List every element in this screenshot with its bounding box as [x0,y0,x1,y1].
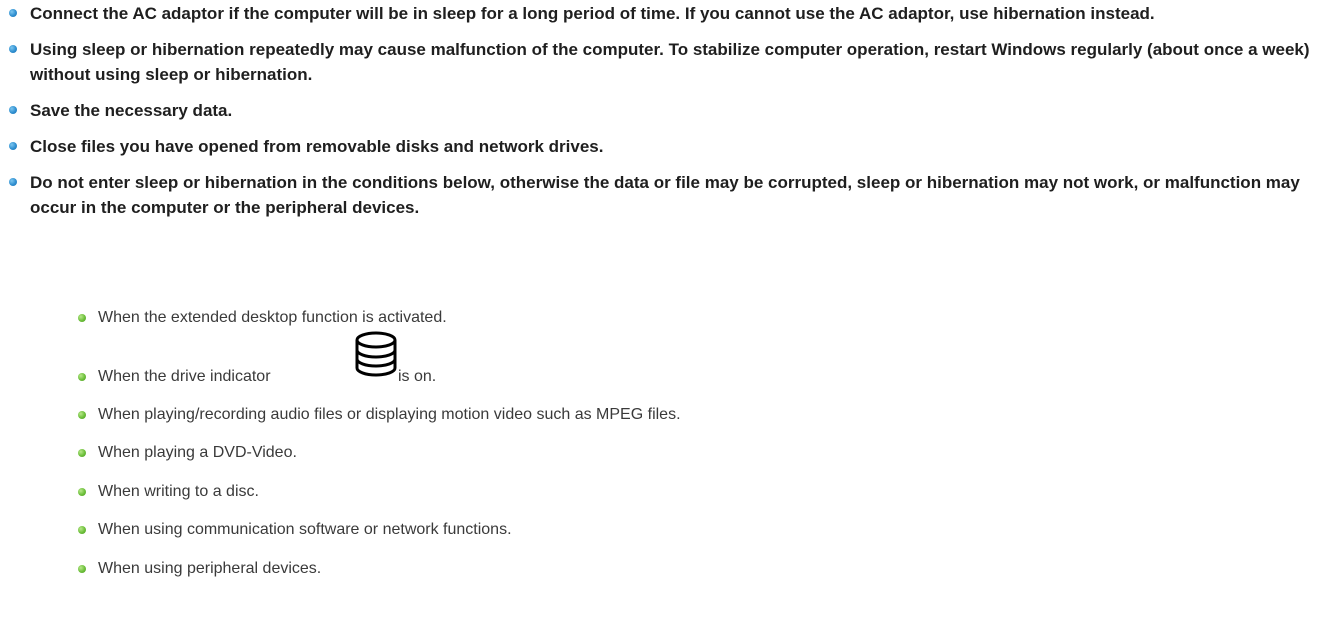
bullet-icon [78,565,86,573]
note-item: Using sleep or hibernation repeatedly ma… [0,37,1343,87]
condition-item: When using communication software or net… [78,519,512,541]
condition-item: When playing/recording audio files or di… [78,404,681,426]
condition-text: When playing/recording audio files or di… [98,406,681,423]
bullet-icon [9,106,17,114]
note-text: Do not enter sleep or hibernation in the… [30,173,1300,217]
bullet-icon [78,411,86,419]
note-item: Save the necessary data. [0,98,1343,123]
bullet-icon [9,9,17,17]
condition-text: When playing a DVD-Video. [98,444,297,461]
condition-text: When writing to a disc. [98,483,259,500]
bullet-icon [9,142,17,150]
note-text: Close files you have opened from removab… [30,137,604,156]
note-text: Using sleep or hibernation repeatedly ma… [30,40,1310,84]
condition-text: When the extended desktop function is ac… [98,309,447,326]
condition-item: When using peripheral devices. [78,558,322,580]
bullet-icon [9,178,17,186]
bullet-icon [78,373,86,381]
condition-item: When the extended desktop function is ac… [78,307,447,329]
note-item: Connect the AC adaptor if the computer w… [0,1,1343,26]
bullet-icon [78,314,86,322]
bullet-icon [78,488,86,496]
condition-text: When using peripheral devices. [98,560,322,577]
condition-text: When the drive indicator [98,368,271,385]
drive-indicator-icon [354,330,397,377]
condition-item: When the drive indicator is on. [78,331,436,388]
note-text: Connect the AC adaptor if the computer w… [30,4,1155,23]
bullet-icon [78,526,86,534]
primary-notes-list: Connect the AC adaptor if the computer w… [0,0,1343,231]
bullet-icon [9,45,17,53]
condition-text: When using communication software or net… [98,521,512,538]
note-item: Close files you have opened from removab… [0,134,1343,159]
condition-text: is on. [398,368,437,385]
bullet-icon [78,449,86,457]
note-item: Do not enter sleep or hibernation in the… [0,170,1343,220]
note-text: Save the necessary data. [30,101,233,120]
condition-item: When writing to a disc. [78,481,259,503]
condition-item: When playing a DVD-Video. [78,442,297,464]
